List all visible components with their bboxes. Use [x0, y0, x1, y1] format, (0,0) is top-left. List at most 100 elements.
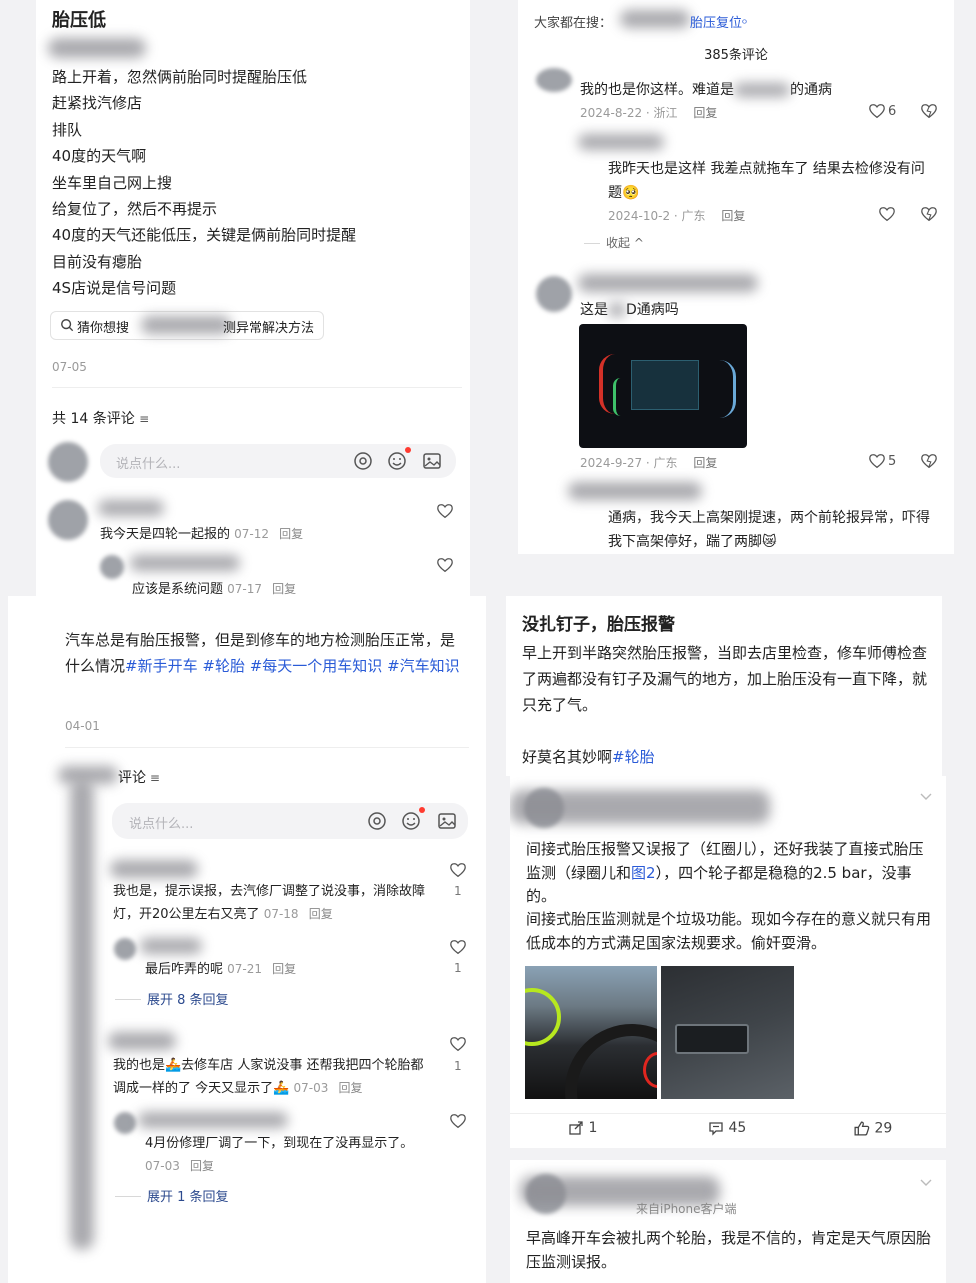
like-heart-icon[interactable] — [878, 205, 896, 223]
at-icon[interactable] — [353, 451, 373, 471]
redaction-stroke — [70, 780, 94, 1250]
at-icon[interactable] — [367, 811, 387, 831]
reply-button[interactable]: 回复 — [279, 527, 303, 541]
avatar — [536, 68, 572, 92]
dashboard-gauge-green — [613, 378, 628, 416]
body-line: 4S店说是信号问题 — [52, 279, 177, 298]
image-link[interactable]: 图2 — [631, 864, 656, 882]
comment-text: 我的也是🚣去修车店 人家说没事 还帮我把四个轮胎都调成一样的了 今天又显示了🚣 — [113, 1058, 424, 1096]
body-line: 40度的天气还能低压，关键是俩前胎同时提醒 — [52, 226, 357, 245]
thumbs-up-icon — [853, 1120, 870, 1137]
post-image-2[interactable] — [661, 966, 794, 1099]
post-image-1[interactable] — [525, 966, 657, 1099]
avatar — [114, 938, 136, 960]
reply-button[interactable]: 回复 — [190, 1159, 214, 1173]
post-body: 汽车总是有胎压报警，但是到修车的地方检测胎压正常，是什么情况#新手开车 #轮胎 … — [65, 627, 465, 679]
like-heart-icon[interactable] — [449, 1112, 467, 1130]
chevron-down-icon[interactable] — [918, 1174, 934, 1190]
like-heart-icon[interactable] — [436, 556, 454, 574]
dislike-heart-icon[interactable] — [920, 205, 938, 223]
weibo-post-indirect-tpms: 间接式胎压报警又误报了（红圈儿），还好我装了直接式胎压监测（绿圈儿和图2），四个… — [510, 776, 946, 1148]
hashtag[interactable]: #每天一个用车知识 — [250, 657, 383, 675]
post-title: 胎压低 — [52, 10, 106, 31]
sort-icon[interactable]: ≡ — [139, 412, 149, 426]
share-button[interactable]: 1 — [568, 1120, 597, 1136]
comment-input[interactable]: 说点什么... — [112, 803, 468, 839]
reply-button[interactable]: 回复 — [272, 582, 296, 596]
like-button[interactable]: 29 — [853, 1120, 892, 1137]
post-body: 路上开着，忽然俩前胎同时提醒胎压低 赶紧找汽修店 排队 40度的天气啊 坐车里自… — [52, 64, 356, 302]
username-blurred — [568, 482, 702, 500]
reply-button[interactable]: 回复 — [693, 106, 717, 120]
hashtag[interactable]: #汽车知识 — [387, 657, 460, 675]
avatar — [48, 500, 88, 540]
brand-blurred — [734, 83, 790, 97]
comment-date: 07-03 — [293, 1081, 329, 1095]
divider — [65, 747, 469, 748]
hashtag[interactable]: #新手开车 — [125, 657, 198, 675]
chevron-down-icon[interactable] — [918, 788, 934, 804]
expand-replies-button[interactable]: 展开 8 条回复 — [115, 989, 229, 1008]
search-icon: ᴼ — [742, 19, 747, 30]
reply-button[interactable]: 回复 — [272, 962, 296, 976]
image-icon[interactable] — [437, 811, 457, 831]
post-panel-false-alarm: 汽车总是有胎压报警，但是到修车的地方检测胎压正常，是什么情况#新手开车 #轮胎 … — [8, 596, 486, 1283]
dashboard-photo[interactable] — [579, 324, 747, 448]
reply-button[interactable]: 回复 — [721, 209, 745, 223]
collapse-replies-button[interactable]: 收起 ^ — [584, 234, 644, 251]
avatar — [100, 555, 124, 579]
post-body: 间接式胎压报警又误报了（红圈儿），还好我装了直接式胎压监测（绿圈儿和图2），四个… — [526, 838, 932, 909]
comment-input[interactable]: 说点什么... — [100, 444, 456, 478]
comment-item: 我今天是四轮一起报的 07-12 回复 — [100, 523, 303, 542]
hot-search-bar[interactable]: 大家都在搜： — [534, 12, 612, 31]
comment-item: 我的也是你这样。难道是 的通病 — [580, 79, 832, 99]
emoji-icon[interactable] — [387, 451, 407, 471]
post-date: 07-05 — [52, 360, 87, 374]
hashtag[interactable]: #轮胎 — [202, 657, 245, 675]
sort-icon[interactable]: ≡ — [146, 771, 160, 785]
search-icon — [60, 318, 74, 332]
hashtag[interactable]: #轮胎 — [612, 748, 655, 766]
hot-search-label: 大家都在搜： — [534, 16, 613, 31]
comment-count: 共 14 条评论 ≡ — [52, 408, 149, 428]
like-count: 29 — [874, 1120, 893, 1137]
reply-button[interactable]: 回复 — [338, 1081, 362, 1095]
weibo-post-rush-hour: 来自iPhone客户端 早高峰开车会被扎两个轮胎，我是不信的，肯定是天气原因胎压… — [510, 1160, 946, 1283]
dislike-heart-icon[interactable] — [920, 452, 938, 470]
username-blurred — [578, 274, 758, 292]
dashboard-gauge-right — [703, 360, 736, 418]
comment-date: 07-18 — [263, 907, 299, 921]
like-heart-icon[interactable] — [868, 452, 886, 470]
hot-search-keyword[interactable]: 胎压复位ᴼ — [690, 12, 747, 31]
comment-input-placeholder: 说点什么... — [116, 457, 181, 472]
comment-button[interactable]: 45 — [708, 1120, 746, 1136]
reply-button[interactable]: 回复 — [693, 456, 717, 470]
like-heart-icon[interactable] — [449, 1035, 467, 1053]
like-count: 6 — [888, 104, 897, 119]
expand-replies-button[interactable]: 展开 1 条回复 — [115, 1186, 229, 1205]
comment-item: 应该是系统问题 07-17 回复 — [132, 578, 296, 597]
comment-text: 通病，我今天上高架刚提速，两个前轮报异常，吓得我下高架停好，踹了两脚😿 — [608, 510, 930, 550]
emoji-icon[interactable] — [401, 811, 421, 831]
like-heart-icon[interactable] — [449, 938, 467, 956]
comment-text: 最后咋弄的呢 — [145, 962, 224, 977]
suggested-search-prefix: 猜你想搜 — [77, 321, 130, 336]
share-icon — [568, 1120, 584, 1136]
reply-button[interactable]: 回复 — [309, 907, 333, 921]
comment-count: 评论 ≡ — [118, 767, 160, 787]
like-heart-icon[interactable] — [868, 102, 886, 120]
username-blurred — [510, 790, 770, 824]
comment-text: 我的也是你这样。难道是 — [580, 82, 734, 98]
comment-text: 我今天是四轮一起报的 — [100, 527, 231, 542]
expand-label: 展开 1 条回复 — [147, 1190, 229, 1205]
like-heart-icon[interactable] — [436, 502, 454, 520]
search-keyword-blurred — [620, 10, 690, 28]
like-heart-icon[interactable] — [449, 861, 467, 879]
post-body: 早高峰开车会被扎两个轮胎，我是不信的，肯定是天气原因胎压监测误报。 — [526, 1229, 932, 1271]
dislike-heart-icon[interactable] — [920, 102, 938, 120]
post-date: 04-01 — [65, 719, 100, 733]
search-keyword-blurred — [141, 316, 231, 334]
image-icon[interactable] — [422, 451, 442, 471]
body-line: 目前没有瘪胎 — [52, 252, 143, 271]
suggested-search-chip[interactable]: 猜你想搜 测异常解决方法 — [50, 311, 324, 340]
